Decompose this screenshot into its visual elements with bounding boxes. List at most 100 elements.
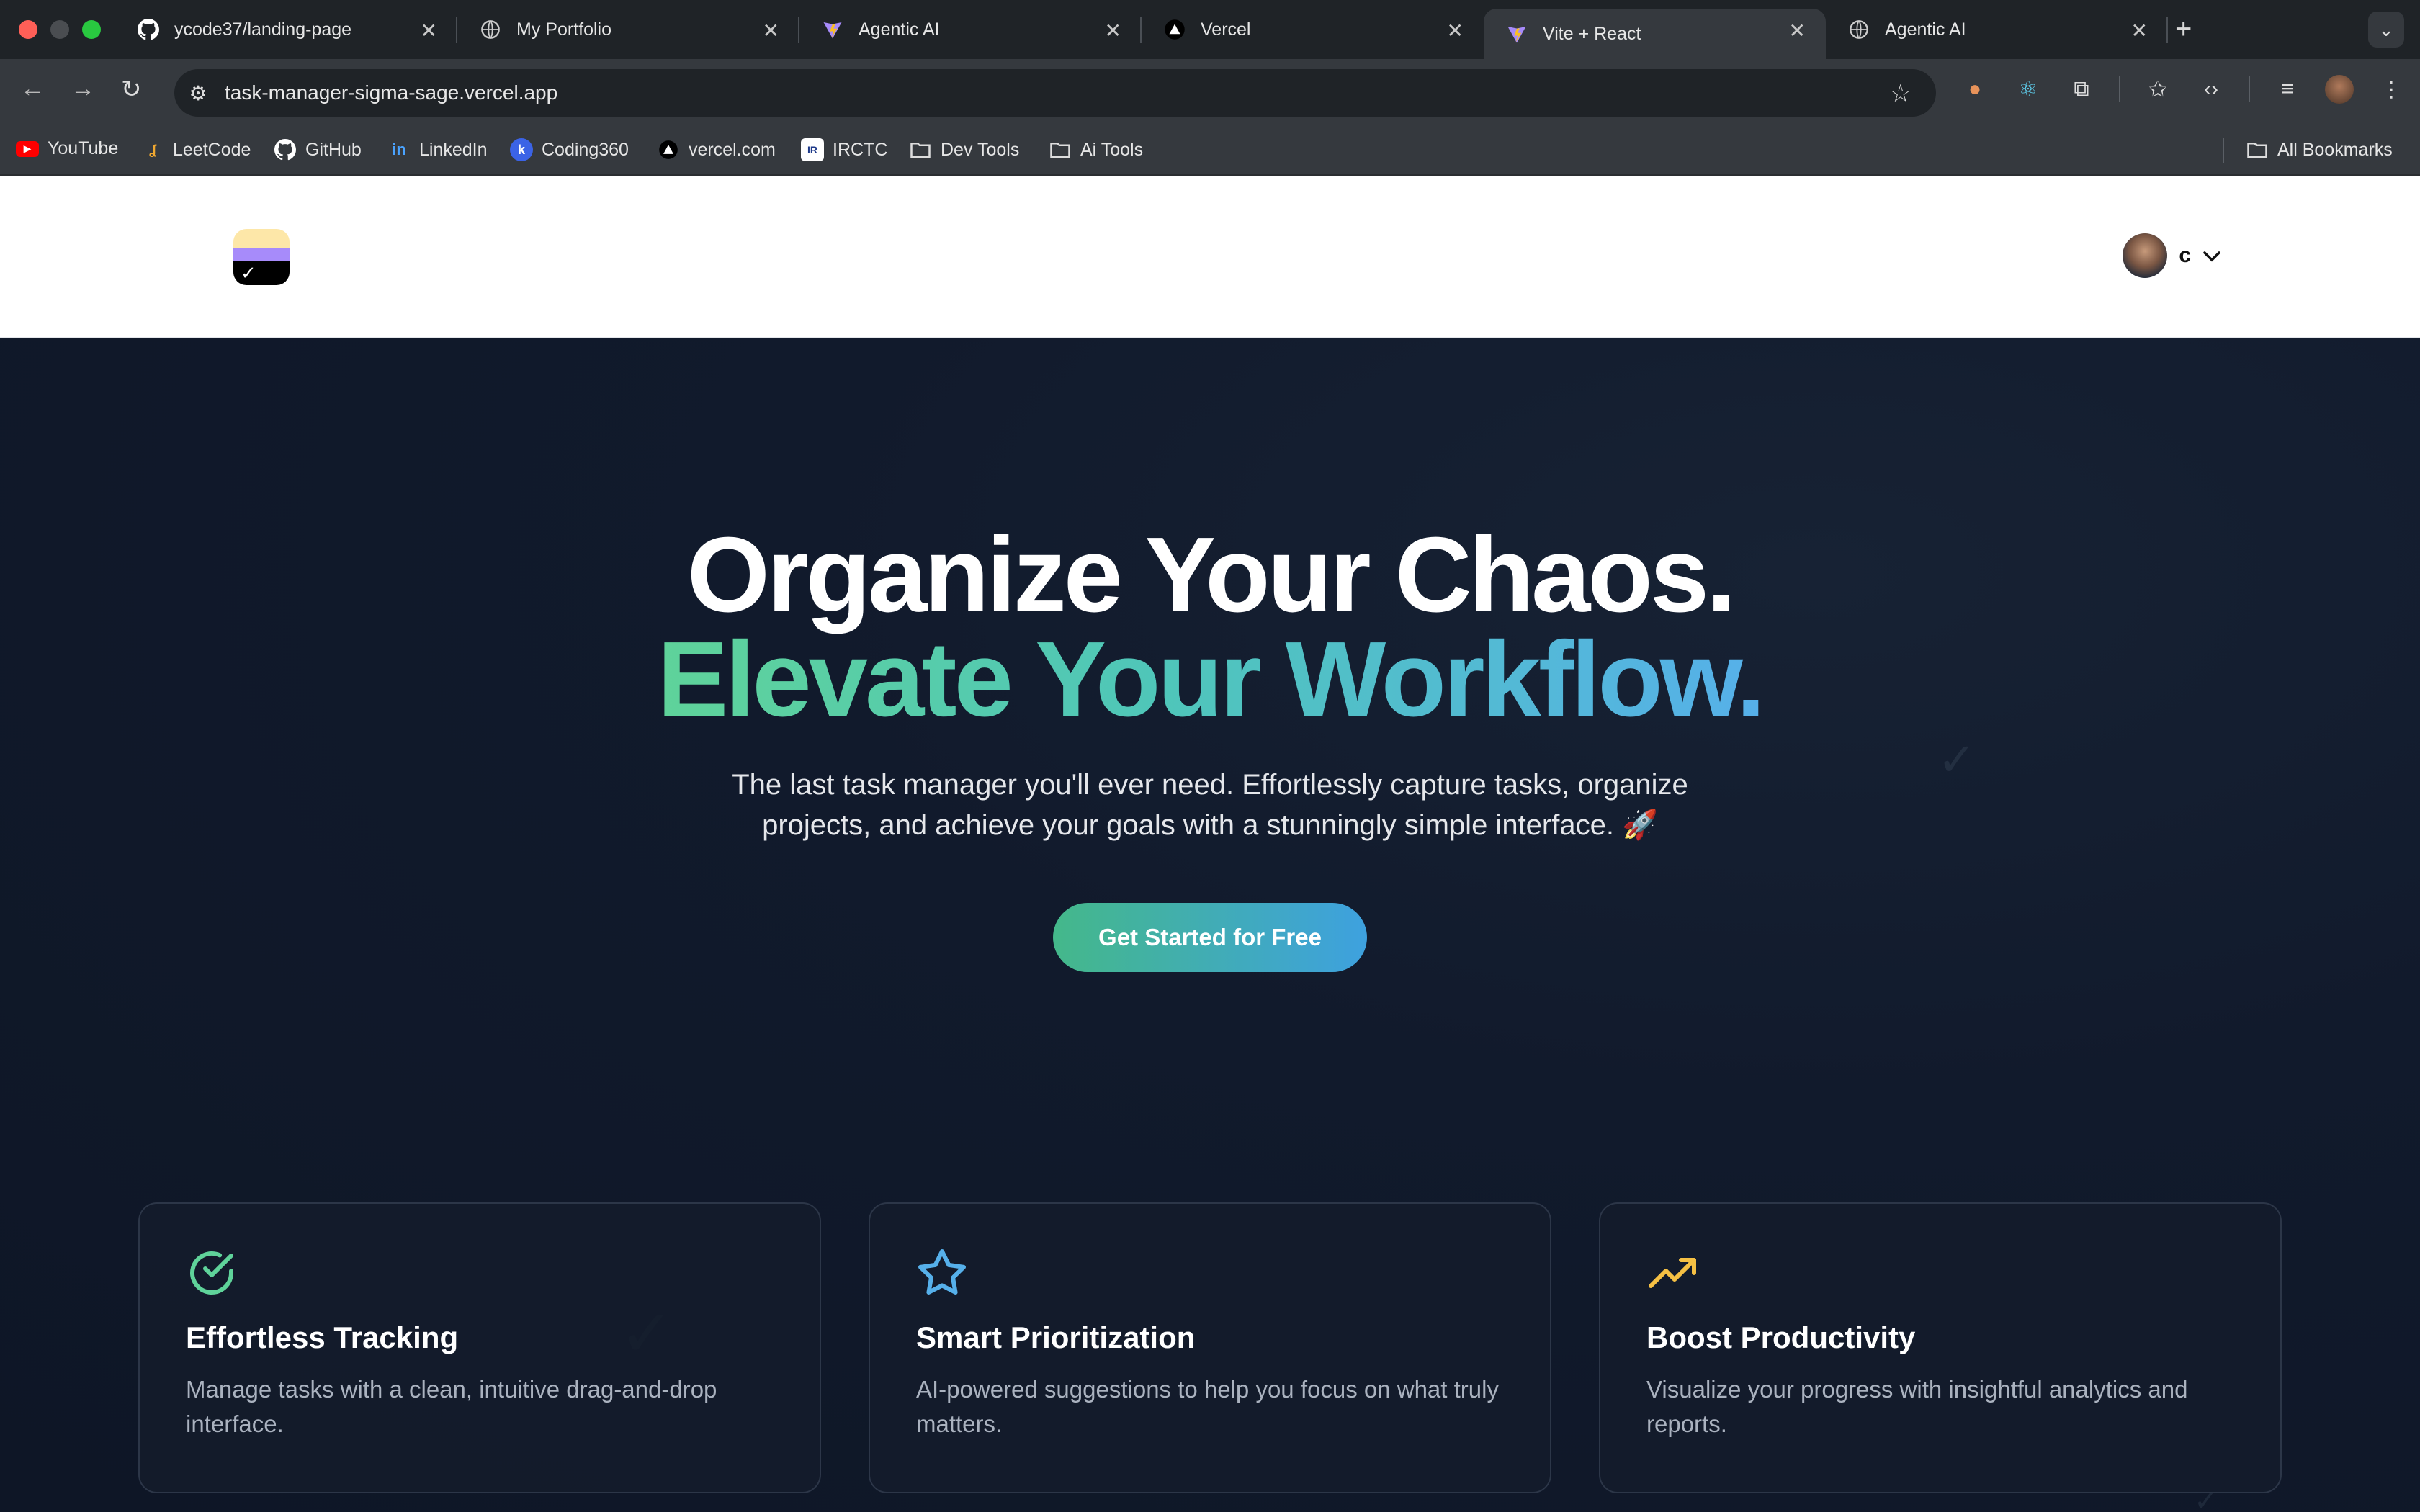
- irctc-icon: IR: [801, 138, 824, 161]
- trending-up-icon: [1646, 1247, 1698, 1299]
- leetcode-icon: ʆ: [149, 142, 156, 157]
- bookmark-leetcode[interactable]: ʆ LeetCode: [141, 138, 251, 161]
- bookmark-irctc[interactable]: IR IRCTC: [801, 138, 887, 161]
- bookmark-label: vercel.com: [689, 139, 776, 160]
- bookmark-label: LinkedIn: [419, 139, 488, 160]
- back-arrow-icon[interactable]: ←: [20, 75, 45, 103]
- bookmark-coding360[interactable]: k Coding360: [510, 138, 629, 161]
- media-control-icon[interactable]: ≡: [2272, 73, 2303, 105]
- app-logo[interactable]: ✓: [233, 229, 290, 285]
- tab-title: My Portfolio: [516, 19, 611, 40]
- bookmark-vercel[interactable]: vercel.com: [657, 138, 776, 161]
- vite-icon: [821, 18, 844, 41]
- profile-avatar-icon[interactable]: [2325, 75, 2354, 104]
- close-icon[interactable]: ✕: [2131, 19, 2148, 42]
- hero-headline-gradient: Elevate Your Workflow.: [0, 626, 2420, 733]
- favorites-star-icon[interactable]: ✩: [2142, 73, 2174, 105]
- bookmarks-bar: ▶ YouTube ʆ LeetCode GitHub in LinkedIn …: [0, 125, 2420, 176]
- linkedin-icon: in: [392, 140, 406, 158]
- hero-subtitle: The last task manager you'll ever need. …: [732, 769, 1688, 841]
- all-bookmarks-label: All Bookmarks: [2277, 139, 2393, 160]
- forward-arrow-icon[interactable]: →: [71, 75, 95, 103]
- tab-list: ycode37/landing-page ✕ My Portfolio ✕ Ag…: [115, 0, 2168, 59]
- youtube-icon: ▶: [16, 140, 39, 157]
- all-bookmarks-button[interactable]: All Bookmarks: [2246, 138, 2393, 161]
- coding360-icon: k: [510, 138, 533, 161]
- maximize-window-button[interactable]: [82, 20, 101, 39]
- close-icon[interactable]: ✕: [1447, 19, 1464, 42]
- user-name: c: [2179, 243, 2191, 267]
- bookmark-label: GitHub: [305, 139, 362, 160]
- tab-search-button[interactable]: ⌄: [2368, 12, 2404, 48]
- feature-card-prioritization: Smart Prioritization AI-powered suggesti…: [869, 1202, 1551, 1493]
- close-icon[interactable]: ✕: [1789, 19, 1806, 42]
- bookmark-label: YouTube: [48, 138, 119, 158]
- more-menu-icon[interactable]: ⋮: [2375, 73, 2407, 105]
- tab-title: ycode37/landing-page: [174, 19, 352, 40]
- toolbar-divider: [2119, 76, 2120, 102]
- bookmark-label: LeetCode: [173, 139, 251, 160]
- user-avatar[interactable]: [2123, 233, 2168, 278]
- browser-tab-active[interactable]: Vite + React ✕: [1484, 9, 1826, 59]
- bookmark-linkedin[interactable]: in LinkedIn: [387, 138, 488, 161]
- new-tab-button[interactable]: +: [2175, 13, 2192, 45]
- browser-tab[interactable]: My Portfolio ✕: [457, 0, 799, 59]
- extensions-area: ● ⚛ ⧉ ✩ ‹› ≡ ⋮: [1959, 73, 2407, 105]
- cookie-extension-icon[interactable]: ●: [1959, 73, 1991, 105]
- bookmark-label: IRCTC: [833, 139, 888, 160]
- globe-icon: [1847, 18, 1870, 41]
- vercel-icon: [1163, 18, 1186, 41]
- browser-tab[interactable]: ycode37/landing-page ✕: [115, 0, 457, 59]
- bookmarks-divider: [2223, 138, 2224, 163]
- star-icon: [916, 1247, 968, 1299]
- bookmark-github[interactable]: GitHub: [274, 138, 362, 161]
- vite-icon: [1505, 22, 1528, 45]
- site-header: ✓ c: [0, 176, 2420, 338]
- close-icon[interactable]: ✕: [763, 19, 779, 42]
- browser-tab[interactable]: Agentic AI ✕: [799, 0, 1142, 59]
- globe-icon: [479, 18, 502, 41]
- url-text[interactable]: task-manager-sigma-sage.vercel.app: [225, 81, 557, 104]
- github-icon: [137, 18, 160, 41]
- bookmark-label: Coding360: [542, 139, 629, 160]
- browser-toolbar: ← → ↻ ⚙ task-manager-sigma-sage.vercel.a…: [0, 59, 2420, 125]
- tab-title: Agentic AI: [1885, 19, 1966, 40]
- bookmark-label: Ai Tools: [1080, 139, 1144, 160]
- feature-description: Manage tasks with a clean, intuitive dra…: [186, 1376, 717, 1437]
- check-circle-icon: [186, 1247, 238, 1299]
- window-controls: [19, 20, 101, 39]
- folder-icon: [909, 138, 932, 161]
- site-info-icon[interactable]: ⚙: [174, 81, 222, 105]
- browser-tab-strip: ycode37/landing-page ✕ My Portfolio ✕ Ag…: [0, 0, 2420, 59]
- user-menu[interactable]: c: [2123, 233, 2221, 278]
- bookmark-star-icon[interactable]: ☆: [1890, 79, 1912, 108]
- get-started-button[interactable]: Get Started for Free: [1053, 903, 1367, 972]
- bookmark-label: Dev Tools: [941, 139, 1020, 160]
- extensions-puzzle-icon[interactable]: ⧉: [2066, 73, 2097, 105]
- close-icon[interactable]: ✕: [1105, 19, 1121, 42]
- feature-card-tracking: Effortless Tracking Manage tasks with a …: [138, 1202, 821, 1493]
- feature-title: Smart Prioritization: [916, 1320, 1196, 1354]
- minimize-window-button[interactable]: [50, 20, 69, 39]
- features-grid: Effortless Tracking Manage tasks with a …: [138, 1202, 2282, 1493]
- chevron-down-icon[interactable]: [2202, 245, 2221, 267]
- address-bar[interactable]: ⚙ task-manager-sigma-sage.vercel.app ☆: [174, 69, 1936, 117]
- github-icon: [274, 138, 297, 161]
- folder-icon: [2246, 138, 2269, 161]
- toolbar-divider: [2249, 76, 2250, 102]
- react-devtools-icon[interactable]: ⚛: [2012, 73, 2044, 105]
- tab-title: Vercel: [1201, 19, 1251, 40]
- hero-section: ✓ ✓ ✓ Organize Your Chaos. Elevate Your …: [0, 338, 2420, 1512]
- bookmark-folder-ai-tools[interactable]: Ai Tools: [1049, 138, 1143, 161]
- bookmark-youtube[interactable]: ▶ YouTube: [16, 138, 118, 159]
- reload-icon[interactable]: ↻: [121, 75, 142, 104]
- gradient-text: Elevate Your Workflow.: [657, 620, 1766, 739]
- close-window-button[interactable]: [19, 20, 37, 39]
- code-icon[interactable]: ‹›: [2195, 73, 2227, 105]
- feature-card-productivity: Boost Productivity Visualize your progre…: [1599, 1202, 2282, 1493]
- bookmark-folder-dev-tools[interactable]: Dev Tools: [909, 138, 1019, 161]
- close-icon[interactable]: ✕: [421, 19, 437, 42]
- browser-tab[interactable]: Agentic AI ✕: [1826, 0, 2168, 59]
- browser-tab[interactable]: Vercel ✕: [1142, 0, 1484, 59]
- tab-separator: [2166, 17, 2168, 43]
